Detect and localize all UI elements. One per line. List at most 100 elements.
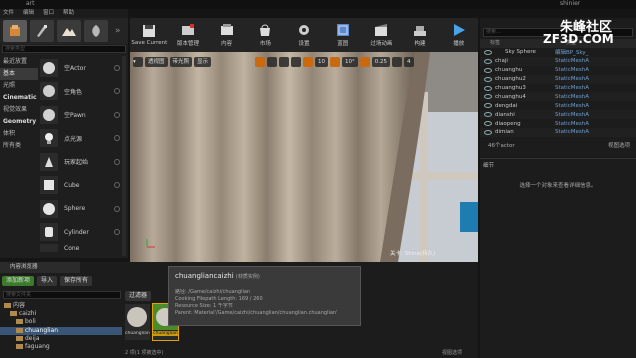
landscape-mode-button[interactable]: [57, 20, 81, 42]
rotate-icon[interactable]: [267, 56, 278, 67]
help-icon[interactable]: [114, 158, 120, 165]
cinematics-button[interactable]: 过场动画: [362, 18, 401, 52]
play-icon: [453, 24, 465, 36]
help-icon[interactable]: [114, 88, 120, 95]
material-sphere-icon: [127, 307, 147, 327]
place-item-sphere[interactable]: Sphere: [40, 197, 120, 221]
place-search-input[interactable]: 搜索类型: [2, 45, 126, 53]
lit-button[interactable]: 带光照: [169, 56, 193, 67]
place-mode-button[interactable]: [3, 20, 27, 42]
place-item-cylinder[interactable]: Cylinder: [40, 221, 120, 245]
eye-icon[interactable]: [484, 85, 492, 91]
place-item-player-start[interactable]: 玩家起始: [40, 150, 120, 174]
outliner-row[interactable]: chuanghu StaticMeshA: [480, 66, 636, 75]
menu-window[interactable]: 窗口: [43, 9, 54, 18]
marketplace-button[interactable]: 市场: [246, 18, 285, 52]
eye-icon[interactable]: [484, 129, 492, 135]
details-empty-message: 选择一个对象来查看详细信息。: [519, 183, 597, 189]
content-browser-tab[interactable]: 内容浏览器: [0, 262, 80, 273]
viewport-menu-icon[interactable]: ▾: [133, 56, 143, 67]
category-all-classes[interactable]: 所有类: [0, 140, 38, 152]
content-button[interactable]: 内容: [207, 18, 246, 52]
show-button[interactable]: 显示: [194, 56, 212, 67]
grid-snap-icon[interactable]: [303, 56, 314, 67]
blueprint-button[interactable]: 蓝图: [323, 18, 362, 52]
eye-icon[interactable]: [484, 49, 492, 55]
place-item-pawn[interactable]: 空Pawn: [40, 103, 120, 127]
build-button[interactable]: 构建: [401, 18, 440, 52]
place-item-cube[interactable]: Cube: [40, 174, 120, 198]
category-volumes[interactable]: 体积: [0, 128, 38, 140]
place-item-cone[interactable]: Cone: [40, 244, 120, 252]
outliner-row[interactable]: dianshi StaticMeshA: [480, 110, 636, 120]
level-viewport[interactable]: [130, 52, 478, 262]
help-icon[interactable]: [114, 182, 120, 189]
outliner-row[interactable]: chuanghu3 StaticMeshA: [480, 84, 636, 93]
add-new-button[interactable]: 添加新项: [2, 275, 35, 286]
outliner-view-options[interactable]: 视图选项: [608, 141, 630, 149]
tree-node-caizhi[interactable]: caizhi: [0, 310, 122, 318]
rotation-snap-value[interactable]: 10°: [342, 56, 358, 67]
grid-snap-value[interactable]: 10: [315, 56, 329, 67]
content-view-options[interactable]: 视图选项: [442, 349, 462, 356]
filters-button[interactable]: 过滤器: [125, 291, 152, 301]
eye-icon[interactable]: [484, 58, 492, 64]
place-item-empty-actor[interactable]: 空Actor: [40, 56, 120, 80]
category-lights[interactable]: 光照: [0, 80, 38, 92]
scale-snap-value[interactable]: 0.25: [371, 56, 391, 67]
eye-icon[interactable]: [484, 121, 492, 127]
scale-icon[interactable]: [279, 56, 290, 67]
eye-icon[interactable]: [484, 94, 492, 100]
eye-icon[interactable]: [484, 112, 492, 118]
tree-node-faguang[interactable]: faguang: [0, 343, 122, 351]
help-icon[interactable]: [114, 135, 120, 142]
place-item-point-light[interactable]: 点光源: [40, 127, 120, 151]
category-cinematic[interactable]: Cinematic: [0, 92, 38, 104]
menu-help[interactable]: 帮助: [63, 9, 74, 18]
eye-icon[interactable]: [484, 103, 492, 109]
place-scrollbar[interactable]: [122, 56, 126, 256]
place-item-character[interactable]: 空角色: [40, 80, 120, 104]
outliner-row[interactable]: chuanghu4 StaticMeshA: [480, 92, 636, 102]
outliner-row[interactable]: chaji StaticMeshA: [480, 56, 636, 66]
camera-speed-value[interactable]: 4: [404, 56, 414, 67]
outliner-row[interactable]: dengdai StaticMeshA: [480, 101, 636, 110]
save-current-button[interactable]: Save Current: [130, 18, 169, 52]
import-button[interactable]: 导入: [37, 275, 58, 286]
perspective-button[interactable]: 透视图: [145, 56, 168, 67]
help-icon[interactable]: [114, 205, 120, 212]
outliner-row[interactable]: diaopeng StaticMeshA: [480, 119, 636, 128]
camera-speed-icon[interactable]: [392, 56, 403, 67]
play-button[interactable]: 播放: [439, 18, 478, 52]
menu-file[interactable]: 文件: [3, 9, 14, 18]
outliner-row[interactable]: chuanghu2 StaticMeshA: [480, 74, 636, 84]
tree-node-boli[interactable]: boli: [0, 318, 122, 326]
chevron-right-icon[interactable]: »: [115, 26, 121, 36]
help-icon[interactable]: [114, 229, 120, 236]
translate-icon[interactable]: [255, 56, 266, 67]
eye-icon[interactable]: [484, 76, 492, 82]
tree-node-deija[interactable]: deija: [0, 335, 122, 343]
menu-edit[interactable]: 编辑: [23, 9, 34, 18]
category-geometry[interactable]: Geometry: [0, 116, 38, 128]
help-icon[interactable]: [114, 111, 120, 118]
help-icon[interactable]: [114, 64, 120, 71]
paint-mode-button[interactable]: [30, 20, 54, 42]
tree-node-content[interactable]: 内容: [0, 302, 122, 310]
outliner-row[interactable]: dimian StaticMeshA: [480, 128, 636, 137]
eye-icon[interactable]: [484, 67, 492, 73]
settings-button[interactable]: 设置: [285, 18, 324, 52]
category-recent[interactable]: 最近放置: [0, 56, 38, 68]
folder-search-input[interactable]: 搜索文件夹: [3, 291, 121, 299]
foliage-mode-button[interactable]: [84, 20, 108, 42]
rotation-snap-icon[interactable]: [330, 56, 341, 67]
source-control-button[interactable]: 版本管理: [169, 18, 208, 52]
category-basic[interactable]: 基本: [0, 68, 38, 80]
tree-node-chuanglian[interactable]: chuanglian: [0, 326, 122, 335]
details-tab[interactable]: 细节: [483, 161, 494, 169]
scale-snap-icon[interactable]: [359, 56, 370, 67]
save-all-button[interactable]: 保存所有: [60, 275, 93, 286]
asset-tile[interactable]: chuanglian: [125, 304, 150, 340]
world-icon[interactable]: [291, 56, 302, 67]
category-visual-effects[interactable]: 视觉效果: [0, 104, 38, 116]
